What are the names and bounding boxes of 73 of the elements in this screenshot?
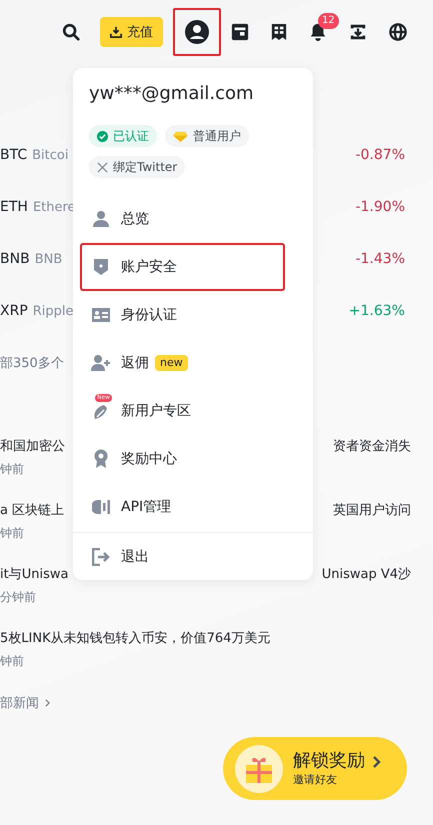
- news-title[interactable]: it与Uniswa: [0, 565, 68, 583]
- menu-item-label: 返佣: [121, 354, 149, 372]
- id-card-icon: [92, 308, 110, 322]
- coin-name: BNB: [34, 252, 62, 267]
- bell-icon[interactable]: [309, 23, 327, 41]
- bind-twitter-chip[interactable]: 绑定Twitter: [89, 156, 186, 178]
- reward-title: 解锁奖励: [293, 750, 365, 772]
- menu-item[interactable]: 返佣 new: [73, 339, 313, 387]
- user-icon: [185, 20, 209, 44]
- menu-item[interactable]: API管理: [73, 483, 313, 531]
- search-icon[interactable]: [62, 23, 80, 41]
- shield-icon: [92, 258, 110, 276]
- menu-item-label: 奖励中心: [121, 450, 177, 468]
- rocket-icon: [92, 402, 110, 420]
- price-change: -1.90%: [355, 199, 405, 215]
- logout-icon: [92, 548, 110, 566]
- menu-item-label: 退出: [121, 548, 149, 566]
- menu-item-label: API管理: [121, 498, 172, 516]
- reward-subtitle: 邀请好友: [293, 772, 338, 788]
- notification-badge: 12: [318, 13, 339, 29]
- globe-icon[interactable]: [389, 23, 407, 41]
- menu-item-label: 总览: [121, 210, 149, 228]
- coin-name: Ripple: [32, 304, 74, 319]
- news-time: 钟前: [0, 652, 24, 670]
- receipt-icon[interactable]: [271, 23, 287, 41]
- price-change: -1.43%: [355, 251, 405, 267]
- invite-reward-button[interactable]: 解锁奖励 邀请好友: [223, 737, 407, 800]
- news-title[interactable]: a 区块链上: [0, 501, 64, 519]
- download-icon: [110, 26, 122, 38]
- account-button[interactable]: [173, 8, 221, 56]
- new-badge: new: [155, 355, 188, 371]
- add-user-icon: [91, 354, 111, 372]
- price-change: -0.87%: [355, 147, 405, 163]
- chevron-icon: [373, 756, 381, 768]
- coin-symbol: BNB: [0, 251, 30, 267]
- diamond-icon: [173, 130, 188, 142]
- account-email: yw***@gmail.com: [88, 82, 255, 106]
- chevron-icon: [45, 699, 50, 707]
- coin-symbol: XRP: [0, 303, 28, 319]
- menu-item[interactable]: 账户安全: [73, 243, 313, 291]
- download-app-icon[interactable]: [349, 23, 367, 41]
- check-badge-icon: [97, 130, 108, 142]
- coin-symbol: BTC: [0, 147, 28, 163]
- news-title[interactable]: 和国加密公: [0, 437, 65, 455]
- all-news-link[interactable]: 部新闻: [0, 694, 39, 712]
- news-title[interactable]: 5枚LINK从未知钱包转入币安，价值764万美元: [0, 629, 270, 647]
- chip-label: 已认证: [113, 128, 149, 144]
- news-title[interactable]: 英国用户访问: [333, 501, 411, 519]
- price-change: +1.63%: [348, 303, 405, 319]
- deposit-button[interactable]: 充值: [100, 17, 163, 47]
- view-all-link[interactable]: 部350多个: [0, 354, 64, 372]
- coin-name: Ethere: [32, 200, 76, 215]
- logout-item[interactable]: 退出: [73, 532, 313, 580]
- coin-symbol: ETH: [0, 199, 28, 215]
- news-title[interactable]: Uniswap V4沙: [322, 565, 411, 583]
- wallet-icon[interactable]: [231, 23, 249, 41]
- news-time: 钟前: [0, 460, 24, 478]
- menu-item[interactable]: 总览: [73, 195, 313, 243]
- chip-label: 绑定Twitter: [113, 158, 178, 176]
- x-logo-icon: [97, 162, 108, 172]
- news-title[interactable]: 资者资金消失: [333, 437, 411, 455]
- menu-item[interactable]: 身份认证: [73, 291, 313, 339]
- person-icon: [92, 210, 110, 228]
- coin-name: Bitcoi: [32, 148, 68, 163]
- menu-item-label: 账户安全: [121, 258, 177, 276]
- medal-icon: [93, 449, 109, 469]
- news-time: 钟前: [0, 524, 24, 542]
- chip-label: 普通用户: [193, 128, 241, 144]
- menu-item-label: 新用户专区: [121, 402, 191, 420]
- plug-icon: [92, 499, 110, 515]
- menu-item[interactable]: 奖励中心: [73, 435, 313, 483]
- menu-item-label: 身份认证: [121, 306, 177, 324]
- news-time: 分钟前: [0, 588, 36, 606]
